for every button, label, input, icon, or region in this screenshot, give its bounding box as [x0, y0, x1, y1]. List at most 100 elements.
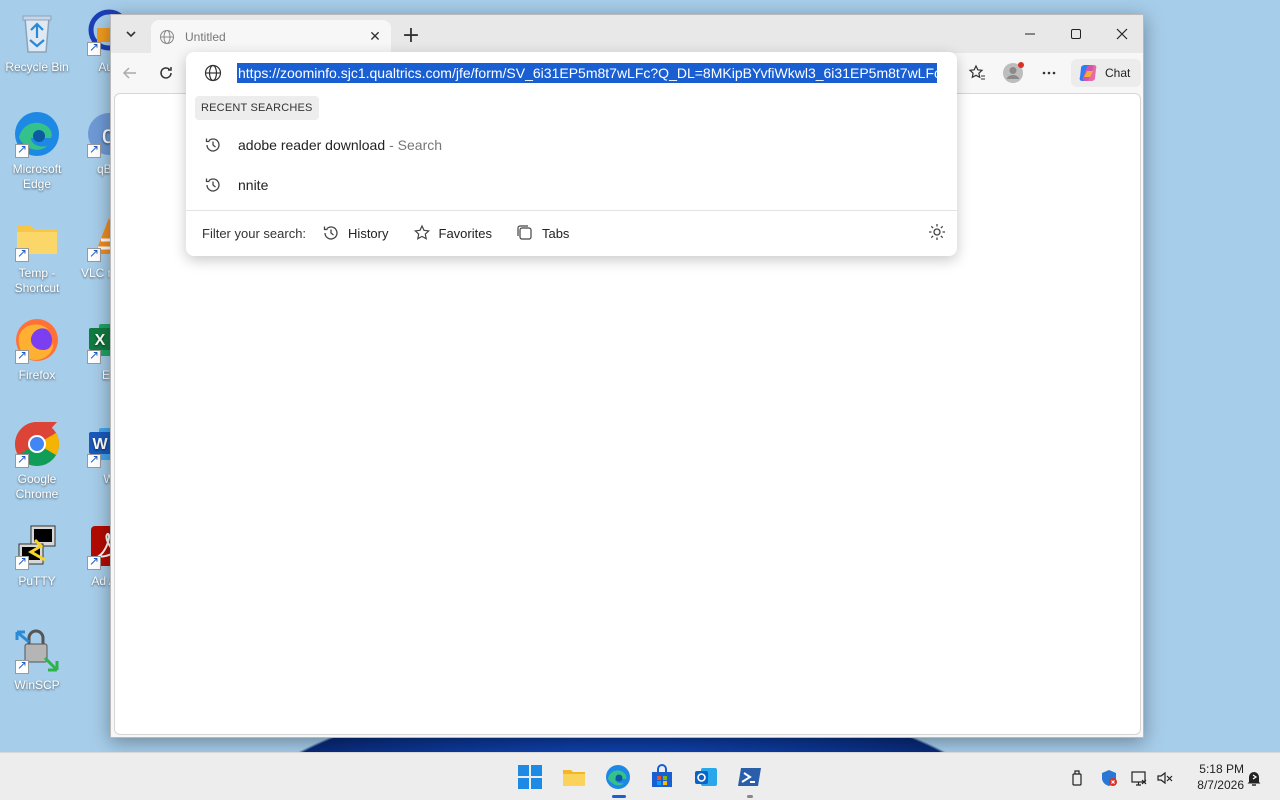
shortcut-arrow-icon: [87, 40, 101, 56]
filter-favorites-label: Favorites: [438, 225, 492, 241]
active-app-indicator: [612, 795, 626, 798]
chevron-down-icon: [126, 31, 136, 38]
close-window-button[interactable]: [1099, 15, 1145, 53]
address-bar-dropdown: https://zoominfo.sjc1.qualtrics.com/jfe/…: [186, 52, 957, 256]
settings-more-button[interactable]: [1036, 60, 1062, 86]
shortcut-arrow-icon: [87, 246, 101, 262]
desktop-icon-temp-shortcut[interactable]: Temp - Shortcut: [0, 214, 74, 296]
desktop-icon-putty[interactable]: PuTTY: [0, 522, 74, 589]
close-icon: [1116, 28, 1128, 40]
volume-muted-icon[interactable]: [1156, 769, 1174, 787]
chrome-icon: [13, 420, 61, 468]
windows-logo-icon: [518, 765, 542, 789]
suggestion-suffix: - Search: [389, 137, 443, 153]
system-clock[interactable]: 5:18 PM 8/7/2026: [1184, 761, 1244, 793]
history-icon: [205, 138, 220, 152]
history-icon: [205, 178, 220, 192]
minimize-icon: [1025, 33, 1035, 35]
recycle-bin-icon: [13, 8, 61, 56]
close-tab-icon[interactable]: ✕: [367, 28, 383, 45]
edge-icon: [13, 110, 61, 158]
shortcut-arrow-icon: [15, 658, 29, 674]
tab-actions-button[interactable]: [118, 21, 144, 47]
outlook-taskbar-button[interactable]: [692, 763, 720, 791]
tab-untitled[interactable]: Untitled ✕: [151, 20, 391, 53]
star-icon: [413, 224, 430, 240]
outlook-icon: [695, 768, 717, 786]
edge-taskbar-button[interactable]: [604, 763, 632, 791]
putty-icon: [13, 522, 61, 570]
shortcut-arrow-icon: [15, 246, 29, 262]
desktop-icon-recycle-bin[interactable]: Recycle Bin: [0, 8, 74, 75]
tab-title: Untitled: [185, 29, 226, 44]
folder-icon: [13, 214, 61, 262]
firefox-icon: [13, 316, 61, 364]
file-explorer-taskbar-button[interactable]: [560, 763, 588, 791]
taskbar: 5:18 PM 8/7/2026: [0, 752, 1280, 800]
terminal-icon: [738, 768, 761, 786]
filter-history-label: History: [348, 225, 389, 241]
filter-search-row: Filter your search: History Favorites Ta…: [202, 220, 593, 246]
shortcut-arrow-icon: [87, 554, 101, 570]
tabs-icon: [517, 225, 532, 240]
title-bar: Untitled ✕ +: [111, 15, 1143, 53]
shortcut-arrow-icon: [15, 348, 29, 364]
desktop-icon-chrome[interactable]: Google Chrome: [0, 420, 74, 502]
shortcut-arrow-icon: [87, 452, 101, 468]
avatar-icon: [1003, 62, 1024, 83]
filter-history-button[interactable]: History: [322, 224, 389, 242]
shortcut-arrow-icon: [87, 348, 101, 364]
suggestion-text: nnite: [238, 177, 269, 193]
desktop-icon-label: Google Chrome: [15, 472, 59, 501]
maximize-button[interactable]: [1053, 15, 1099, 53]
network-icon[interactable]: [1130, 769, 1148, 787]
filter-label: Filter your search:: [202, 225, 307, 241]
back-button[interactable]: [117, 60, 143, 86]
refresh-button[interactable]: [153, 60, 179, 86]
security-shield-icon[interactable]: [1100, 769, 1118, 787]
shortcut-arrow-icon: [15, 554, 29, 570]
globe-icon: [160, 29, 174, 44]
filter-favorites-button[interactable]: Favorites: [413, 224, 492, 242]
desktop-icon-label: Temp - Shortcut: [14, 266, 60, 295]
profile-button[interactable]: [1000, 60, 1026, 86]
history-icon: [323, 226, 338, 240]
favorites-button[interactable]: [964, 60, 990, 86]
refresh-icon: [160, 67, 172, 79]
winscp-icon: [13, 626, 61, 674]
powershell-taskbar-button[interactable]: [736, 763, 764, 791]
minimize-button[interactable]: [1007, 15, 1053, 53]
desktop-icon-label: PuTTY: [18, 574, 56, 588]
desktop-icon-firefox[interactable]: Firefox: [0, 316, 74, 383]
maximize-icon: [1071, 29, 1081, 39]
shortcut-arrow-icon: [87, 142, 101, 158]
filter-tabs-button[interactable]: Tabs: [516, 224, 569, 242]
globe-icon: [204, 64, 222, 82]
favorites-star-icon: [968, 64, 985, 80]
suggestion-item[interactable]: adobe reader download - Search: [186, 125, 957, 165]
new-tab-button[interactable]: +: [398, 22, 424, 48]
more-dots-icon: [1042, 71, 1056, 75]
filter-tabs-label: Tabs: [541, 225, 570, 241]
running-app-indicator: [747, 795, 753, 798]
gear-icon[interactable]: [927, 222, 947, 242]
desktop-icon-label: Firefox: [18, 368, 56, 382]
suggestion-item[interactable]: nnite: [186, 165, 957, 205]
copilot-icon: [1079, 65, 1097, 81]
recent-searches-header: RECENT SEARCHES: [195, 96, 319, 120]
address-input[interactable]: https://zoominfo.sjc1.qualtrics.com/jfe/…: [237, 63, 937, 83]
desktop-icon-winscp[interactable]: WinSCP: [0, 626, 74, 693]
start-button[interactable]: [516, 763, 544, 791]
copilot-chat-button[interactable]: Chat: [1071, 59, 1141, 87]
clock-time: 5:18 PM: [1199, 762, 1244, 776]
suggestion-text: adobe reader download: [238, 137, 386, 153]
desktop-icon-label: Microsoft Edge: [12, 162, 62, 191]
edge-icon: [606, 765, 630, 789]
store-taskbar-button[interactable]: [648, 763, 676, 791]
notification-bell-icon[interactable]: [1245, 769, 1263, 787]
desktop-icon-edge[interactable]: Microsoft Edge: [0, 110, 74, 192]
folder-icon: [563, 770, 585, 786]
chat-label: Chat: [1105, 66, 1131, 80]
usb-device-icon[interactable]: [1068, 769, 1086, 787]
shortcut-arrow-icon: [15, 142, 29, 158]
